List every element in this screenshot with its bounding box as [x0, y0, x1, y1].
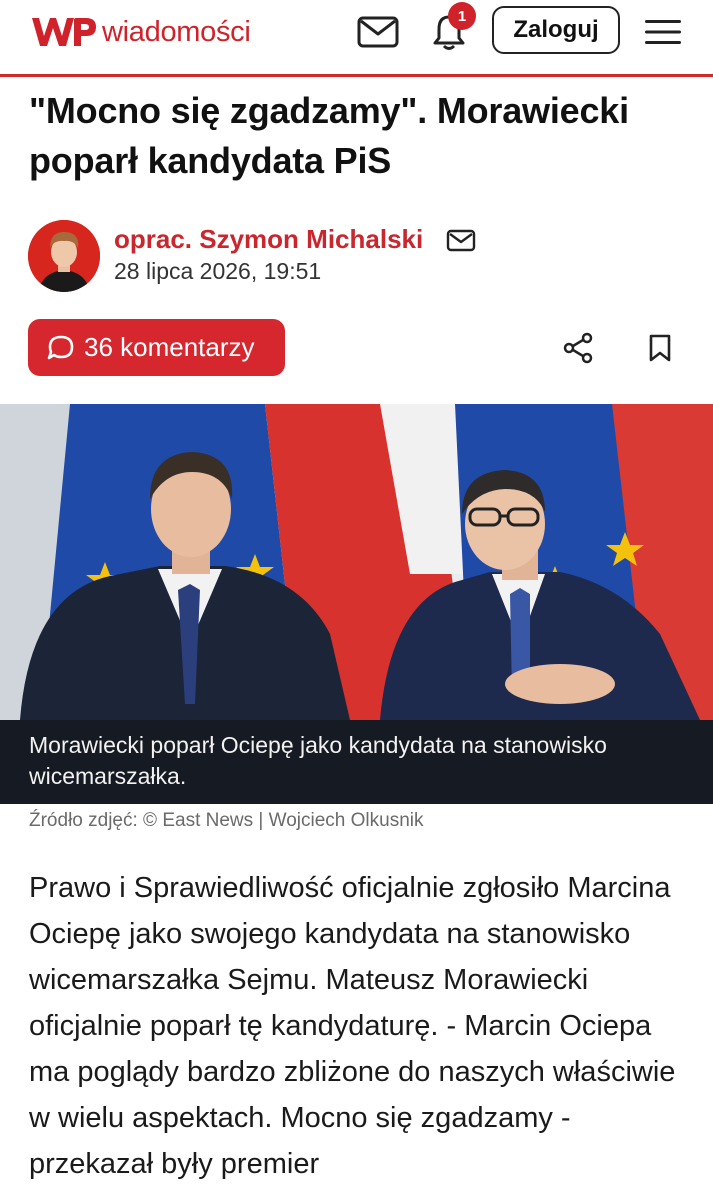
logo-text: wiadomości	[102, 15, 251, 48]
hamburger-menu-icon[interactable]	[639, 10, 687, 54]
top-header: wiadomości 1 Zaloguj	[0, 0, 713, 77]
mail-icon[interactable]	[354, 10, 402, 54]
article-lead: Prawo i Sprawiedliwość oficjalnie zgłosi…	[29, 872, 676, 1180]
comments-label: 36 komentarzy	[84, 332, 255, 362]
wp-logo[interactable]: wiadomości	[28, 12, 251, 52]
header-divider	[0, 74, 713, 77]
login-button[interactable]: Zaloguj	[492, 6, 620, 54]
share-icon[interactable]	[558, 326, 598, 370]
author-mail-icon[interactable]	[446, 228, 476, 254]
photo-source: Źródło zdjęć: © East News | Wojciech Olk…	[29, 810, 424, 831]
article-headline: "Mocno się zgadzamy". Morawiecki poparł …	[29, 90, 629, 181]
wp-logo-icon	[32, 18, 96, 46]
author-avatar[interactable]	[28, 220, 100, 292]
publish-date: 28 lipca 2026, 19:51	[114, 258, 322, 284]
photo-caption: Morawiecki poparł Ociepę jako kandydata …	[0, 720, 713, 804]
notification-badge: 1	[448, 2, 476, 30]
bookmark-icon[interactable]	[640, 326, 680, 370]
article-photo[interactable]	[0, 404, 713, 720]
author-name[interactable]: oprac. Szymon Michalski	[114, 224, 423, 255]
comment-icon	[47, 335, 74, 359]
photo-illustration	[0, 404, 713, 720]
comments-button[interactable]: 36 komentarzy	[28, 319, 285, 376]
